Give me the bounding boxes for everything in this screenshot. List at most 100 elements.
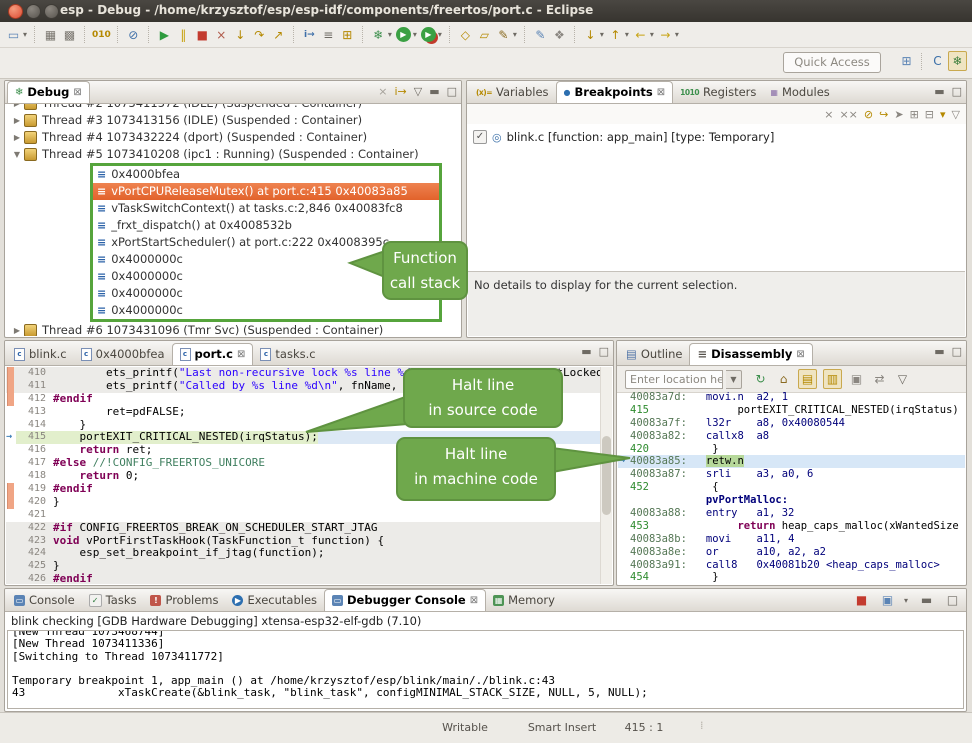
next-edit-location-dropdown[interactable]: ▾ (625, 30, 629, 39)
chevron-right-icon[interactable]: ▶ (12, 322, 22, 336)
tab-disassembly[interactable]: ≡Disassembly⊠ (689, 343, 812, 365)
tab-memory[interactable]: ▦Memory (486, 590, 562, 611)
suspend-icon[interactable]: ‖ (175, 26, 192, 44)
debug-thread-row[interactable]: ▶Thread #6 1073431096 (Tmr Svc) (Suspend… (6, 322, 460, 336)
remove-all-terminated-icon[interactable]: × (378, 85, 387, 99)
location-input[interactable]: Enter location here (625, 370, 723, 389)
new-wizard-dropdown[interactable]: ▾ (23, 30, 27, 39)
close-icon[interactable]: ⊠ (657, 82, 665, 103)
tab-variables[interactable]: (x)=Variables (469, 82, 556, 103)
refresh-icon[interactable]: ↻ (752, 370, 769, 388)
debug-thread-row[interactable]: ▶Thread #3 1073413156 (IDLE) (Suspended … (6, 112, 460, 129)
new-wizard-icon[interactable]: ▭ (5, 26, 22, 44)
code-line[interactable]: 425} (6, 560, 601, 573)
window-minimize-button[interactable] (26, 4, 41, 19)
stack-frame-row[interactable]: ≡0x4000000c (93, 302, 439, 319)
external-tools-icon[interactable]: ▶ (421, 27, 436, 42)
terminate-icon[interactable]: ■ (853, 591, 870, 609)
toggle-mark-occurrences-icon[interactable]: ✎ (532, 26, 549, 44)
tab-outline[interactable]: ▤Outline (619, 344, 689, 365)
breakpoint-checkbox[interactable]: ✓ (473, 130, 487, 144)
disconnect-icon[interactable]: × (213, 26, 230, 44)
stack-frame-row[interactable]: ≡_frxt_dispatch() at 0x4008532b (93, 217, 439, 234)
display-selected-console-icon[interactable]: ▣ (879, 591, 896, 609)
stack-frame-row[interactable]: ≡vPortCPUReleaseMutex() at port.c:415 0x… (93, 183, 439, 200)
group-by-icon[interactable]: ▾ (940, 108, 946, 121)
link-with-active-context-icon[interactable]: ⇄ (871, 370, 888, 388)
step-over-icon[interactable]: ↷ (251, 26, 268, 44)
show-opcodes-icon[interactable]: ▥ (823, 369, 842, 389)
search-icon[interactable]: ✎ (495, 26, 512, 44)
remove-breakpoint-icon[interactable]: × (824, 108, 833, 121)
run-config-dropdown[interactable]: ▾ (413, 30, 417, 39)
save-all-icon[interactable]: ▩ (61, 26, 78, 44)
scrollbar-thumb[interactable] (602, 436, 611, 514)
minimize-icon[interactable]: ▬ (934, 85, 944, 99)
chevron-right-icon[interactable]: ▶ (12, 104, 22, 112)
tab-problems[interactable]: !Problems (143, 590, 225, 611)
maximize-icon[interactable]: □ (952, 345, 962, 359)
quick-access-field[interactable]: Quick Access (783, 52, 881, 73)
resume-icon[interactable]: ▶ (156, 26, 173, 44)
minimize-icon[interactable]: ▬ (581, 345, 591, 359)
console-output[interactable]: [New Thread 1073468744][New Thread 10734… (7, 630, 964, 709)
open-element-icon[interactable]: ◇ (457, 26, 474, 44)
minimize-icon[interactable]: ▬ (429, 85, 439, 99)
close-icon[interactable]: ⊠ (796, 344, 804, 365)
close-icon[interactable]: ⊠ (237, 344, 245, 365)
tab-modules[interactable]: ▦Modules (763, 82, 836, 103)
code-line[interactable]: 424 esp_set_breakpoint_if_jtag(function)… (6, 547, 601, 560)
view-menu-icon[interactable]: ▽ (414, 85, 422, 99)
instruction-stepping-icon[interactable]: i→ (301, 26, 318, 44)
view-menu-icon[interactable]: ▽ (952, 108, 960, 121)
instruction-stepping-mode-icon[interactable]: i→ (394, 85, 406, 99)
remove-all-breakpoints-icon[interactable]: ×× (839, 108, 857, 121)
window-maximize-button[interactable] (44, 4, 59, 19)
debug-perspective-icon[interactable]: ❄ (948, 51, 967, 71)
save-icon[interactable]: ▦ (42, 26, 59, 44)
next-edit-location-icon[interactable]: ↑ (607, 26, 624, 44)
collapse-all-icon[interactable]: ⊟ (925, 108, 934, 121)
location-dropdown[interactable]: ▼ (726, 370, 742, 389)
display-selected-console-dropdown[interactable]: ▾ (904, 596, 908, 605)
debug-thread-row[interactable]: ▶Thread #2 1073411572 (IDLE) (Suspended … (6, 104, 460, 112)
minimize-icon[interactable]: ▬ (934, 345, 944, 359)
tab-debug[interactable]: ❄ Debug ⊠ (7, 81, 90, 103)
tab-tasks[interactable]: ✓Tasks (82, 590, 144, 611)
stack-frame-row[interactable]: ≡0x4000bfea (93, 166, 439, 183)
show-instructions-icon[interactable]: ≡ (320, 26, 337, 44)
last-edit-location-icon[interactable]: ↓ (582, 26, 599, 44)
maximize-icon[interactable]: □ (952, 85, 962, 99)
open-resource-icon[interactable]: ▱ (476, 26, 493, 44)
external-tools-dropdown[interactable]: ▾ (438, 30, 442, 39)
annotations-icon[interactable]: ❖ (551, 26, 568, 44)
step-return-icon[interactable]: ↗ (270, 26, 287, 44)
go-to-file-icon[interactable]: ↪ (879, 108, 888, 121)
breakpoint-item[interactable]: ✓ ◎ blink.c [function: app_main] [type: … (467, 124, 966, 144)
maximize-icon[interactable]: □ (447, 85, 457, 99)
forward-icon[interactable]: → (657, 26, 674, 44)
new-disassembly-view-icon[interactable]: ▣ (848, 370, 865, 388)
maximize-icon[interactable]: □ (599, 345, 609, 359)
tab-breakpoints[interactable]: ●Breakpoints⊠ (556, 81, 674, 103)
tab-executables[interactable]: ▶Executables (225, 590, 324, 611)
tab-0x4000bfea[interactable]: c0x4000bfea (74, 344, 172, 365)
terminate-icon[interactable]: ■ (194, 26, 211, 44)
debug-config-dropdown[interactable]: ▾ (388, 30, 392, 39)
skip-all-breakpoints-icon[interactable]: ⊘ (864, 108, 873, 121)
disassembly-listing[interactable]: 40083a7d: movi.n a2, 1415 portEXIT_CRITI… (618, 391, 965, 584)
minimize-icon[interactable]: ▬ (918, 591, 935, 609)
chevron-down-icon[interactable]: ▼ (12, 146, 22, 163)
code-line[interactable]: 426#endif (6, 573, 601, 584)
cpp-perspective-icon[interactable]: C (929, 52, 946, 70)
editor-scrollbar[interactable] (600, 367, 612, 584)
step-into-icon[interactable]: ↓ (232, 26, 249, 44)
debug-thread-row[interactable]: ▼Thread #5 1073410208 (ipc1 : Running) (… (6, 146, 460, 163)
debug-thread-row[interactable]: ▶Thread #4 1073432224 (dport) (Suspended… (6, 129, 460, 146)
tab-tasks.c[interactable]: ctasks.c (253, 344, 322, 365)
forward-dropdown[interactable]: ▾ (675, 30, 679, 39)
trace-mode-icon[interactable]: ⊞ (339, 26, 356, 44)
back-icon[interactable]: ← (632, 26, 649, 44)
chevron-right-icon[interactable]: ▶ (12, 112, 22, 129)
last-edit-location-dropdown[interactable]: ▾ (600, 30, 604, 39)
